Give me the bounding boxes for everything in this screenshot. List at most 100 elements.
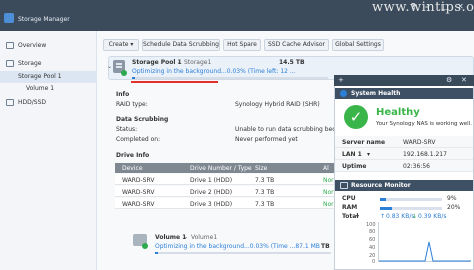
drive-info-heading: Drive Info [116,152,150,159]
volume-size: TB [321,243,330,250]
uptime-label: Uptime [342,163,367,170]
health-message: Your Synology NAS is working well. [376,121,472,127]
lan-chevron-icon[interactable]: ▾ [367,151,370,158]
raid-type-value: Synology Hybrid RAID (SHR) [235,101,320,108]
sidebar-item-label: Storage [18,60,42,67]
column-size[interactable]: Size [255,165,267,172]
schedule-data-scrubbing-button[interactable]: Schedule Data Scrubbing [142,39,220,51]
create-button[interactable]: Create ▾ [103,39,139,51]
pool-status-prefix: Optimizing in the background... [132,68,227,75]
row-device: WARD-SRV [122,189,155,196]
sidebar-item-storage[interactable]: Storage [0,58,97,70]
row-device: WARD-SRV [122,177,155,184]
ram-label: RAM [342,204,358,211]
hdd-icon [6,99,14,106]
ram-usage-fill [380,207,393,210]
uptime-value: 02:36:56 [403,163,430,170]
row-drive: Drive 2 (HDD) [190,189,233,196]
column-device[interactable]: Device [122,165,143,172]
widget-toolbar [334,75,474,86]
row-status: Nor [323,177,334,184]
ram-usage-bar [380,207,442,210]
global-settings-button[interactable]: Global Settings [332,39,384,51]
pool-status-time: (Time left: 12 ... [247,68,296,75]
row-drive: Drive 3 (HDD) [190,201,233,208]
create-button-label: Create [108,41,129,48]
sidebar-item-label: Volume 1 [26,85,55,92]
system-health-title: System Health [351,90,401,97]
volume-status-text: Optimizing in the background...0.03% (Ti… [155,243,320,250]
highlight-underline [131,81,218,83]
collapse-chevron-icon[interactable]: ⌄ [107,63,112,70]
volume-name: Volume 1 [155,234,187,241]
resource-monitor-title: Resource Monitor [351,182,411,189]
cpu-label: CPU [342,195,356,202]
minimize-icon[interactable]: – [425,2,429,11]
row-size: 7.3 TB [255,189,275,196]
volume-path: Volume1 [191,234,218,241]
download-icon: ↓ [412,213,418,220]
ssd-cache-advisor-button[interactable]: SSD Cache Advisor [264,39,329,51]
pool-size: 14.5 TB [279,59,305,66]
storage-icon [6,60,14,67]
row-status: Nor [323,189,334,196]
row-device: WARD-SRV [122,201,155,208]
volume-separator: - [185,234,188,241]
row-size: 7.3 TB [255,177,275,184]
upload-rate: 0.83 KB/s [386,213,415,220]
help-icon[interactable]: ? [411,2,416,11]
sidebar-item-label: Storage Pool 1 [18,73,62,80]
health-status: Healthy [376,107,420,118]
pool-progress-bar [132,77,328,79]
scrub-status-value: Unable to run data scrubbing becau [235,126,344,133]
cpu-value: 9% [447,195,457,202]
sidebar-item-storage-pool-1[interactable]: Storage Pool 1 [0,71,97,83]
sidebar-item-volume-1[interactable]: Volume 1 [0,83,97,95]
lan-label: LAN 1 [342,151,362,158]
sidebar-item-hdd-ssd[interactable]: HDD/SSD [0,97,97,109]
ram-value: 20% [447,204,461,211]
pool-name: Storage Pool 1 [132,59,182,66]
pool-status-text: Optimizing in the background...0.03% (Ti… [132,68,296,75]
sidebar-item-label: Overview [18,42,47,49]
raid-type-label: RAID type: [116,101,148,108]
cpu-usage-fill [380,198,386,201]
pool-path: Storage1 [184,59,212,66]
add-widget-icon[interactable]: + [338,76,344,84]
shield-icon [340,90,347,97]
pool-status-dot [121,70,127,76]
chevron-down-icon: ▾ [130,41,134,48]
y-tick: 40 [369,245,376,251]
widget-close-icon[interactable]: ✕ [461,76,467,84]
column-allocation-status[interactable]: Al [323,165,329,172]
sidebar-item-label: HDD/SSD [18,99,47,106]
sidebar-item-overview[interactable]: Overview [0,40,97,52]
storage-manager-app-icon [4,13,14,23]
network-chart-svg [379,241,471,262]
pool-status-percent: 0.03% [226,68,246,75]
volume-status-dot [142,243,148,249]
maximize-icon[interactable]: □ [441,2,449,11]
lan-value: 192.168.1.217 [403,151,447,158]
cpu-usage-bar [380,198,442,201]
server-name-value: WARD-SRV [403,139,436,146]
widget-settings-icon[interactable]: ⚙ [446,76,452,84]
total-chevron-icon[interactable]: ▾ [356,213,359,220]
window-title: Storage Manager [18,16,70,23]
y-tick: 100 [366,222,376,228]
y-tick: 0 [372,259,376,265]
close-icon[interactable]: ✕ [457,2,464,11]
data-scrubbing-heading: Data Scrubbing [116,116,169,123]
scrub-completed-label: Completed on: [116,136,161,143]
hot-spare-button[interactable]: Hot Spare [223,39,261,51]
download-rate: 0.39 KB/s [418,213,447,220]
volume-progress-fill [155,252,158,254]
pool-progress-fill [132,77,135,79]
checkmark-icon: ✓ [344,105,368,129]
y-tick: 60 [369,237,376,243]
monitor-icon [340,182,348,189]
network-series-line [379,241,471,262]
upload-icon: ↑ [380,213,386,220]
volume-progress-bar [155,252,331,254]
column-drive-number[interactable]: Drive Number / Type [190,165,252,172]
